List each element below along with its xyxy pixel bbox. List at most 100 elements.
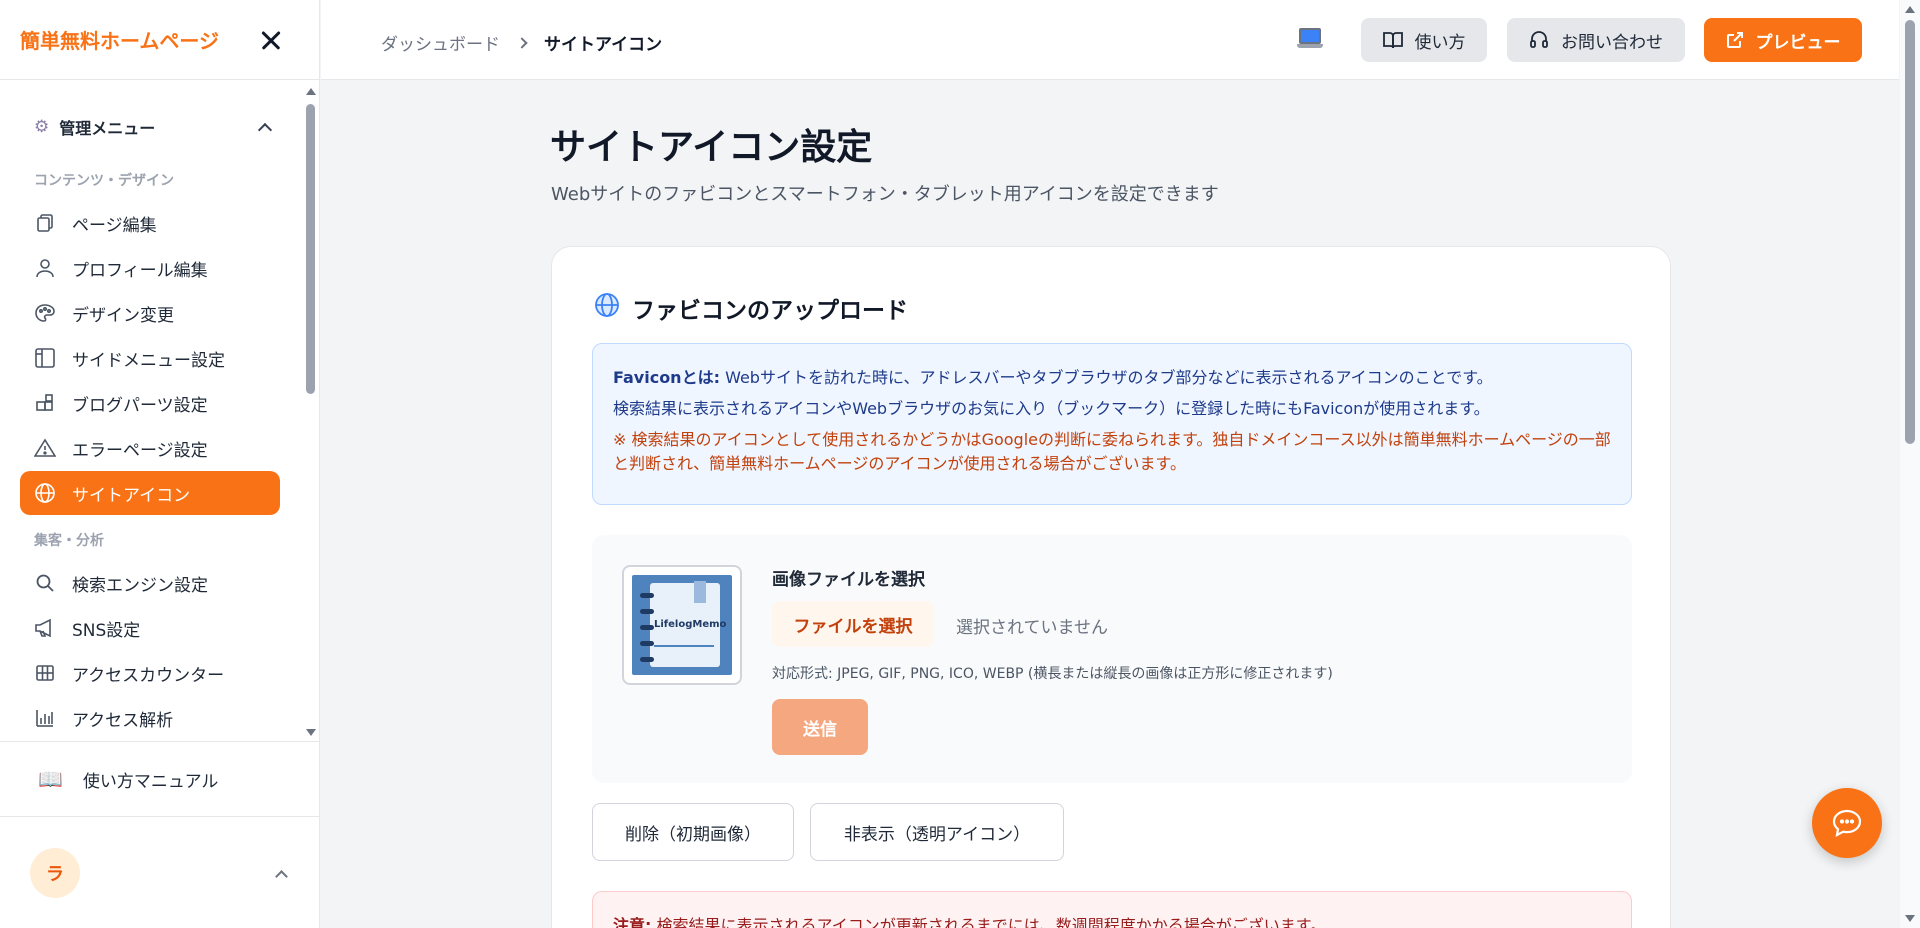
sidebar-header: 簡単無料ホームページ: [0, 0, 319, 80]
contact-label: お問い合わせ: [1561, 32, 1663, 53]
info-line-1: Faviconとは: Webサイトを訪れた時に、アドレスバーやタブブラウザのタブ…: [613, 366, 1611, 391]
howto-button[interactable]: 使い方: [1361, 18, 1487, 62]
laptop-icon[interactable]: [1297, 28, 1323, 52]
sidebar-scroll-thumb[interactable]: [306, 104, 315, 394]
page-scrollbar[interactable]: [1900, 0, 1920, 928]
sidebar-item-access-counter[interactable]: アクセスカウンター: [20, 651, 280, 695]
sidebar-item-label: プロフィール編集: [72, 260, 208, 281]
sidebar-item-label: ブログパーツ設定: [72, 395, 208, 416]
layout-icon: [34, 347, 56, 369]
chat-button[interactable]: [1812, 788, 1882, 858]
scroll-down-arrow-icon[interactable]: [306, 729, 316, 736]
sidebar: 簡単無料ホームページ ⚙ 管理メニュー コンテンツ・デザイン ページ編集 プロフ…: [0, 0, 320, 928]
chevron-right-icon: [516, 36, 528, 49]
submit-button[interactable]: 送信: [772, 699, 868, 755]
top-header: ダッシュボード サイトアイコン 使い方 お問い合わせ プレビュー: [321, 0, 1899, 80]
sidebar-item-blog-parts[interactable]: ブログパーツ設定: [20, 381, 280, 425]
chat-icon: [1832, 809, 1862, 837]
favicon-info-box: Faviconとは: Webサイトを訪れた時に、アドレスバーやタブブラウザのタブ…: [592, 343, 1632, 505]
breadcrumb-dashboard[interactable]: ダッシュボード: [381, 30, 500, 55]
favicon-upload-card: ファビコンのアップロード Faviconとは: Webサイトを訪れた時に、アドレ…: [551, 246, 1671, 928]
card-title: ファビコンのアップロード: [594, 291, 908, 325]
breadcrumb-current: サイトアイコン: [544, 35, 663, 55]
sidebar-item-label: ページ編集: [72, 215, 157, 236]
section-label-content-design: コンテンツ・デザイン: [34, 173, 174, 189]
info-warning: ※ 検索結果のアイコンとして使用されるかどうかはGoogleの判断に委ねられます…: [613, 429, 1611, 474]
sidebar-item-profile-edit[interactable]: プロフィール編集: [20, 246, 280, 290]
sidebar-item-design[interactable]: デザイン変更: [20, 291, 280, 335]
sidebar-item-label: エラーページ設定: [72, 440, 208, 461]
admin-menu-title: 管理メニュー: [59, 119, 156, 138]
sidebar-item-page-edit[interactable]: ページ編集: [20, 201, 280, 245]
brand-logo[interactable]: 簡単無料ホームページ: [20, 25, 219, 54]
sidebar-item-sns[interactable]: SNS設定: [20, 606, 280, 650]
sidebar-item-error-page[interactable]: エラーページ設定: [20, 426, 280, 470]
book-icon: 📖: [38, 767, 63, 791]
sidebar-item-analytics[interactable]: アクセス解析: [20, 696, 280, 740]
sidebar-item-label: サイトアイコン: [72, 485, 191, 506]
scroll-down-arrow-icon[interactable]: [1905, 915, 1915, 922]
chevron-up-icon[interactable]: [275, 869, 288, 883]
section-label-marketing: 集客・分析: [34, 533, 104, 549]
bar-chart-icon: [34, 707, 56, 729]
external-link-icon: [1726, 32, 1743, 48]
gear-icon: ⚙: [34, 117, 50, 137]
favicon-image-text: LifelogMemo: [654, 619, 727, 630]
sidebar-item-label: アクセス解析: [72, 710, 174, 731]
page-subtitle: Webサイトのファビコンとスマートフォン・タブレット用アイコンを設定できます: [551, 184, 1219, 205]
palette-icon: [34, 302, 56, 324]
sidebar-item-label: 検索エンジン設定: [72, 575, 208, 596]
choose-file-button[interactable]: ファイルを選択: [772, 601, 934, 647]
page-title: サイトアイコン設定: [550, 127, 873, 168]
sidebar-item-side-menu[interactable]: サイドメニュー設定: [20, 336, 280, 380]
chevron-up-icon: [257, 122, 273, 138]
pages-icon: [34, 212, 56, 234]
delete-default-button[interactable]: 削除（初期画像）: [592, 803, 794, 861]
megaphone-icon: [34, 617, 56, 639]
user-menu[interactable]: ラ: [0, 818, 320, 928]
info-line-1-text: Webサイトを訪れた時に、アドレスバーやタブブラウザのタブ部分などに表示されるア…: [719, 368, 1493, 387]
scroll-up-arrow-icon[interactable]: [306, 88, 316, 95]
card-title-text: ファビコンのアップロード: [632, 298, 908, 324]
sidebar-scrollbar[interactable]: [303, 84, 317, 736]
preview-label: プレビュー: [1755, 32, 1841, 53]
grid-icon: [34, 662, 56, 684]
file-status: 選択されていません: [956, 618, 1108, 638]
sidebar-item-site-icon[interactable]: サイトアイコン: [20, 471, 280, 515]
scroll-up-arrow-icon[interactable]: [1905, 6, 1915, 13]
manual-label: 使い方マニュアル: [82, 771, 219, 792]
user-icon: [34, 257, 56, 279]
preview-button[interactable]: プレビュー: [1704, 18, 1862, 62]
notice-text: 検索結果に表示されるアイコンが更新されるまでには、数週間程度かかる場合がございま…: [651, 916, 1327, 928]
supported-formats: 対応形式: JPEG, GIF, PNG, ICO, WEBP (横長または縦長…: [772, 666, 1333, 682]
sidebar-item-label: サイドメニュー設定: [72, 350, 225, 371]
hide-transparent-button[interactable]: 非表示（透明アイコン）: [810, 803, 1064, 861]
info-bold-label: Faviconとは:: [613, 368, 720, 387]
notice-box: 注意: 検索結果に表示されるアイコンが更新されるまでには、数週間程度かかる場合が…: [592, 891, 1632, 928]
upload-panel: LifelogMemo 画像ファイルを選択 ファイルを選択 選択されていません …: [592, 535, 1632, 783]
upload-label: 画像ファイルを選択: [772, 570, 925, 590]
manual-link[interactable]: 📖 使い方マニュアル: [0, 741, 320, 817]
favicon-image: LifelogMemo: [632, 575, 732, 675]
sidebar-item-label: デザイン変更: [72, 305, 174, 326]
avatar[interactable]: ラ: [30, 848, 80, 898]
current-favicon-preview: LifelogMemo: [622, 565, 742, 685]
sidebar-item-label: SNS設定: [72, 620, 141, 641]
headset-icon: [1530, 31, 1548, 48]
globe-icon: [594, 292, 620, 324]
notice-bold: 注意:: [613, 916, 652, 928]
globe-icon: [34, 482, 56, 504]
sidebar-item-seo[interactable]: 検索エンジン設定: [20, 561, 280, 605]
book-open-icon: [1382, 32, 1403, 49]
contact-button[interactable]: お問い合わせ: [1507, 18, 1685, 62]
warning-icon: [34, 437, 56, 459]
page-scroll-thumb[interactable]: [1905, 20, 1915, 444]
info-line-2: 検索結果に表示されるアイコンやWebブラウザのお気に入り（ブックマーク）に登録し…: [613, 398, 1490, 418]
search-icon: [34, 572, 56, 594]
sidebar-item-label: アクセスカウンター: [72, 665, 225, 686]
admin-menu-toggle[interactable]: ⚙ 管理メニュー: [34, 115, 273, 139]
howto-label: 使い方: [1414, 32, 1466, 53]
close-sidebar-button[interactable]: [257, 26, 285, 54]
blocks-icon: [34, 392, 56, 414]
breadcrumb: ダッシュボード サイトアイコン: [381, 30, 662, 55]
